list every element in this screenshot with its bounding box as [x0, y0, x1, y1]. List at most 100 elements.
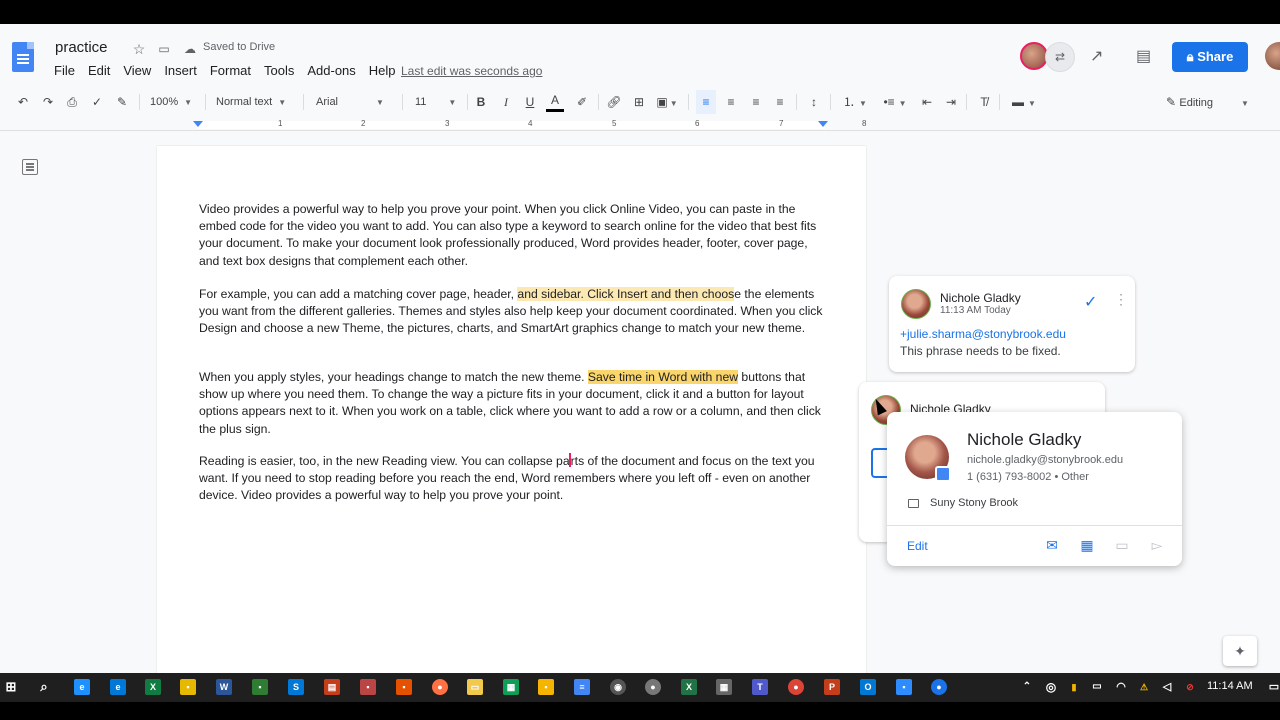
chat-icon[interactable]: ▭ — [1112, 536, 1132, 554]
menu-edit[interactable]: Edit — [88, 63, 110, 78]
app6-icon[interactable]: ● — [931, 679, 947, 695]
menu-tools[interactable]: Tools — [264, 63, 294, 78]
anonymous-viewer-avatar[interactable]: ⇄ — [1045, 42, 1075, 72]
docs-logo-icon[interactable] — [12, 42, 34, 72]
menu-file[interactable]: File — [54, 63, 75, 78]
right-indent-marker[interactable] — [818, 121, 828, 127]
activity-dashboard-icon[interactable]: ↗ — [1090, 46, 1112, 66]
store-icon[interactable]: ▪ — [180, 679, 196, 695]
align-left-icon[interactable]: ≡ — [696, 90, 716, 114]
video-call-icon[interactable]: ▻ — [1147, 536, 1167, 554]
tray-app-icon[interactable]: ◎ — [1043, 679, 1059, 695]
comment-card[interactable]: Nichole Gladky 11:13 AM Today ✓ ⋮ +julie… — [889, 276, 1135, 372]
active-comment-highlight[interactable]: Save time in Word with new — [587, 370, 739, 384]
menu-insert[interactable]: Insert — [164, 63, 197, 78]
bold-button[interactable]: B — [473, 90, 489, 114]
line-spacing-icon[interactable]: ↕ — [804, 90, 824, 114]
explore-button[interactable]: ✦ — [1223, 636, 1257, 666]
shield-icon[interactable]: ▪ — [396, 679, 412, 695]
font-size-select[interactable]: 11 ▼ — [415, 90, 461, 114]
numbered-list-icon[interactable]: ⒈ ▼ — [838, 90, 872, 114]
menu-format[interactable]: Format — [210, 63, 251, 78]
firefox-icon[interactable]: ● — [432, 679, 448, 695]
indent-marker[interactable] — [193, 121, 203, 127]
more-options-icon[interactable]: ⋮ — [1114, 291, 1128, 308]
sway-icon[interactable]: S — [288, 679, 304, 695]
document-page[interactable]: Video provides a powerful way to help yo… — [157, 146, 866, 673]
menu-addons[interactable]: Add-ons — [307, 63, 355, 78]
print-icon[interactable]: ⎙ — [63, 90, 81, 114]
undo-icon[interactable]: ↶ — [14, 90, 32, 114]
zoom-icon[interactable]: ▪ — [896, 679, 912, 695]
paragraph-3[interactable]: When you apply styles, your headings cha… — [199, 369, 824, 438]
edge-icon[interactable]: e — [110, 679, 126, 695]
start-icon[interactable]: ⊞ — [3, 679, 19, 695]
zoom-select[interactable]: 100% ▼ — [150, 90, 198, 114]
app2-icon[interactable]: ▪ — [360, 679, 376, 695]
menu-help[interactable]: Help — [369, 63, 396, 78]
insert-link-icon[interactable]: 🔗︎ — [605, 90, 623, 114]
align-center-icon[interactable]: ≡ — [721, 90, 741, 114]
comment-mention[interactable]: +julie.sharma@stonybrook.edu — [900, 327, 1066, 341]
battery-icon[interactable]: ▭ — [1089, 679, 1105, 695]
increase-indent-icon[interactable]: ⇥ — [942, 90, 960, 114]
clear-formatting-icon[interactable]: T̸ — [975, 90, 993, 114]
ie-icon[interactable]: e — [74, 679, 90, 695]
paragraph-2[interactable]: For example, you can add a matching cove… — [199, 286, 824, 338]
slides-icon[interactable]: ▤ — [324, 679, 340, 695]
spellcheck-icon[interactable]: ✓ — [88, 90, 106, 114]
keep-icon[interactable]: ▪ — [538, 679, 554, 695]
notifications-icon[interactable]: ▭ — [1266, 679, 1280, 695]
comment-history-icon[interactable]: ▤ — [1136, 46, 1156, 66]
input-tools-icon[interactable]: ▬ ▼ — [1008, 90, 1040, 114]
word-icon[interactable]: W — [216, 679, 232, 695]
calculator-icon[interactable]: ▦ — [716, 679, 732, 695]
chrome-icon[interactable]: ● — [788, 679, 804, 695]
tray-chevron-icon[interactable]: ⌃ — [1019, 679, 1035, 695]
add-comment-icon[interactable]: ⊞ — [630, 90, 648, 114]
docs-icon[interactable]: ≡ — [574, 679, 590, 695]
align-right-icon[interactable]: ≡ — [746, 90, 766, 114]
share-button[interactable]: 🔒︎ Share — [1172, 42, 1248, 72]
volume-icon[interactable]: ◁ — [1159, 679, 1175, 695]
font-select[interactable]: Arial ▼ — [316, 90, 394, 114]
app-icon[interactable]: ▪ — [252, 679, 268, 695]
text-color-button[interactable]: A — [546, 90, 564, 112]
last-edit-link[interactable]: Last edit was seconds ago — [401, 64, 542, 78]
search-icon[interactable]: ⌕ — [36, 679, 52, 695]
wifi-icon[interactable]: ◠ — [1113, 679, 1129, 695]
move-folder-icon[interactable]: ▭ — [155, 40, 173, 58]
tray-shield-icon[interactable]: ▮ — [1066, 679, 1082, 695]
edit-contact-link[interactable]: Edit — [907, 539, 928, 553]
italic-button[interactable]: I — [498, 90, 514, 114]
commented-text-highlight[interactable]: and sidebar. Click Insert and then choos — [517, 287, 735, 301]
document-outline-icon[interactable] — [22, 159, 38, 175]
account-avatar[interactable] — [1265, 42, 1280, 70]
align-justify-icon[interactable]: ≡ — [770, 90, 790, 114]
redo-icon[interactable]: ↷ — [39, 90, 57, 114]
app4-icon[interactable]: ● — [645, 679, 661, 695]
file-explorer-icon[interactable]: ▭ — [467, 679, 483, 695]
insert-image-icon[interactable]: ▣ ▼ — [654, 90, 680, 114]
editing-mode-select[interactable]: ✎ Editing ▼ — [1166, 90, 1270, 114]
paragraph-1[interactable]: Video provides a powerful way to help yo… — [199, 201, 824, 270]
menu-view[interactable]: View — [123, 63, 151, 78]
paragraph-4[interactable]: Reading is easier, too, in the new Readi… — [199, 453, 824, 505]
teams-icon[interactable]: T — [752, 679, 768, 695]
clock[interactable]: 11:14 AM — [1207, 680, 1253, 692]
highlight-color-icon[interactable]: ✐ — [573, 90, 591, 114]
outlook-icon[interactable]: O — [860, 679, 876, 695]
resolve-check-icon[interactable]: ✓ — [1084, 292, 1097, 312]
warning-icon[interactable]: ⚠ — [1136, 679, 1152, 695]
star-icon[interactable]: ☆ — [130, 40, 148, 58]
excel-icon[interactable]: X — [145, 679, 161, 695]
app3-icon[interactable]: ◉ — [610, 679, 626, 695]
underline-button[interactable]: U — [522, 90, 538, 114]
email-icon[interactable]: ✉ — [1042, 536, 1062, 554]
paint-format-icon[interactable]: ✎ — [113, 90, 131, 114]
decrease-indent-icon[interactable]: ⇤ — [918, 90, 936, 114]
sheets-icon[interactable]: ▦ — [503, 679, 519, 695]
paragraph-style-select[interactable]: Normal text ▼ — [216, 90, 296, 114]
calendar-icon[interactable]: ▦ — [1077, 536, 1097, 554]
collaborator-avatar[interactable] — [1020, 42, 1048, 70]
